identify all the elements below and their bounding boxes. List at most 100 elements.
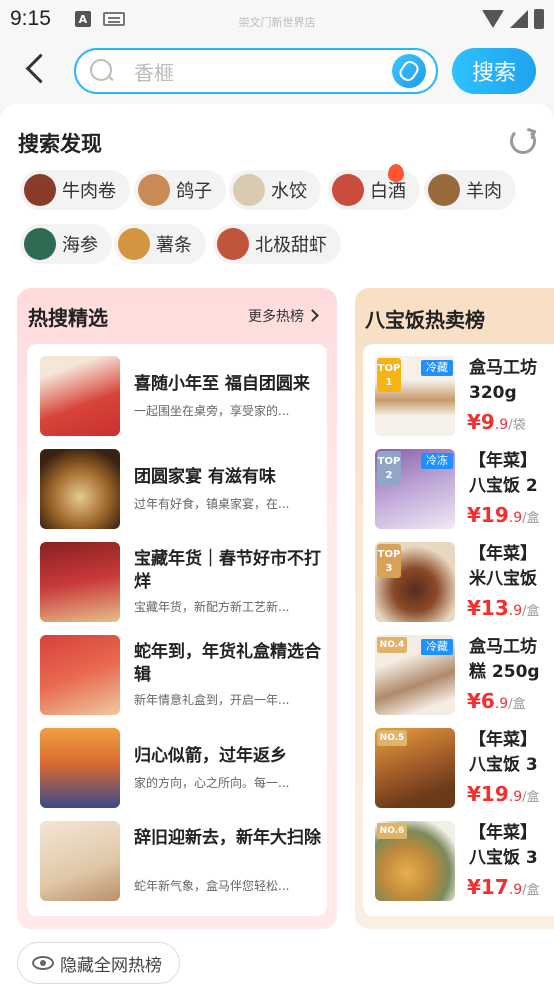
rank-name-line2: 八宝饭 2 (469, 476, 538, 496)
price-unit: /盒 (508, 697, 526, 712)
hide-hot-list-button[interactable]: 隐藏全网热榜 (17, 942, 180, 984)
search-button[interactable]: 搜索 (452, 48, 536, 94)
cold-tag: 冷藏 (421, 360, 453, 376)
price-dec: .9 (508, 882, 523, 898)
rank-thumb: NO.5 (375, 728, 455, 808)
price-dec: .9 (508, 510, 523, 526)
hot-name: 团圆家宴 有滋有味 (134, 467, 276, 487)
rank-name: 【年菜】 八宝饭 3 (469, 821, 549, 871)
rank-price: ¥6.9/盒 (467, 689, 526, 713)
hide-label: 隐藏全网热榜 (60, 955, 162, 976)
search-placeholder: 香榧 (134, 60, 174, 85)
eye-icon (32, 956, 54, 970)
price-int: ¥6 (467, 689, 495, 713)
search-icon (90, 59, 114, 83)
hot-item[interactable]: 归心似箭，过年返乡 家的方向，心之所向。每一... (40, 728, 320, 808)
rank-price: ¥19.9/盒 (467, 782, 540, 806)
rank-name-line2: 八宝饭 3 (469, 755, 538, 775)
rank-item[interactable]: TOP 3 【年菜】 米八宝饭 ¥13.9/盒 (375, 542, 554, 622)
chip-item[interactable]: 白酒 (328, 164, 420, 210)
hot-item[interactable]: 团圆家宴 有滋有味 过年有好食，镇桌家宴，在... (40, 449, 320, 529)
hot-search-panel: 热搜精选 更多热榜 喜随小年至 福自团圆来 一起围坐在桌旁，享受家的... 团圆… (17, 288, 337, 929)
scan-icon[interactable] (392, 54, 426, 88)
hot-thumb (40, 542, 120, 622)
hot-thumb (40, 449, 120, 529)
chip-item[interactable]: 羊肉 (424, 170, 516, 210)
hot-desc: 一起围坐在桌旁，享受家的... (134, 404, 290, 418)
rank-badge: NO.4 (377, 637, 407, 653)
hot-thumb (40, 356, 120, 436)
status-bar: 9:15 A 崇文门新世界店 (0, 0, 554, 38)
hot-item[interactable]: 辞旧迎新去，新年大扫除 蛇年新气象，盒马伴您轻松... (40, 821, 321, 901)
chip-label: 水饺 (271, 181, 307, 202)
rank-name-line1: 【年菜】 (469, 730, 537, 750)
rank-name: 【年菜】 米八宝饭 (469, 542, 549, 592)
chip-label: 薯条 (156, 235, 192, 256)
rank-panel: 八宝饭热卖榜 TOP 1 冷藏 盒马工坊 320g ¥9.9/袋 TOP 2 冷… (355, 288, 554, 929)
price-dec: .9 (494, 696, 509, 712)
rank-item[interactable]: TOP 1 冷藏 盒马工坊 320g ¥9.9/袋 (375, 356, 554, 436)
rank-name: 盒马工坊 320g (469, 356, 549, 406)
rank-name-line1: 【年菜】 (469, 451, 537, 471)
hot-item[interactable]: 喜随小年至 福自团圆来 一起围坐在桌旁，享受家的... (40, 356, 320, 436)
hot-desc: 蛇年新气象，盒马伴您轻松... (134, 879, 290, 893)
chip-item[interactable]: 水饺 (229, 170, 321, 210)
rank-list: TOP 1 冷藏 盒马工坊 320g ¥9.9/袋 TOP 2 冷冻 【年菜】 … (363, 344, 554, 916)
hot-item[interactable]: 宝藏年货｜春节好市不打烊 宝藏年货，新配方新工艺新... (40, 542, 321, 622)
hot-name: 喜随小年至 福自团圆来 (134, 374, 310, 394)
chip-item[interactable]: 牛肉卷 (20, 170, 130, 210)
rank-name-line1: 【年菜】 (469, 544, 537, 564)
rank-name: 盒马工坊 糕 250g (469, 635, 549, 685)
rank-badge: TOP 2 (377, 451, 401, 485)
price-int: ¥13 (467, 596, 509, 620)
price-dec: .9 (508, 789, 523, 805)
more-hot-link[interactable]: 更多热榜 (248, 306, 317, 326)
price-int: ¥9 (467, 410, 495, 434)
rank-name-line1: 盒马工坊 (469, 358, 537, 378)
rank-name: 【年菜】 八宝饭 2 (469, 449, 549, 499)
chip-label: 北极甜虾 (255, 235, 327, 256)
rank-badge: TOP 3 (377, 544, 401, 578)
rank-thumb: TOP 3 (375, 542, 455, 622)
battery-icon (534, 9, 544, 29)
chip-item[interactable]: 海参 (20, 224, 112, 264)
hot-desc: 过年有好食，镇桌家宴，在... (134, 497, 290, 511)
chip-thumb (428, 174, 460, 206)
chip-label: 羊肉 (466, 181, 502, 202)
back-button[interactable] (20, 52, 54, 86)
refresh-icon[interactable] (510, 128, 536, 154)
rank-thumb: TOP 1 冷藏 (375, 356, 455, 436)
rank-item[interactable]: NO.5 【年菜】 八宝饭 3 ¥19.9/盒 (375, 728, 554, 808)
rank-item[interactable]: NO.6 【年菜】 八宝饭 3 ¥17.9/盒 (375, 821, 554, 901)
price-int: ¥19 (467, 782, 509, 806)
store-name: 崇文门新世界店 (238, 16, 316, 29)
price-unit: /袋 (508, 418, 526, 433)
rank-name-line1: 盒马工坊 (469, 637, 537, 657)
hot-flame-icon (388, 164, 404, 182)
frozen-tag: 冷冻 (421, 453, 453, 469)
hot-list: 喜随小年至 福自团圆来 一起围坐在桌旁，享受家的... 团圆家宴 有滋有味 过年… (27, 344, 327, 916)
chip-thumb (118, 228, 150, 260)
chip-item[interactable]: 薯条 (114, 224, 206, 264)
hot-item[interactable]: 蛇年到，年货礼盒精选合辑 新年情意礼盒到，开启一年... (40, 635, 321, 715)
rank-name: 【年菜】 八宝饭 3 (469, 728, 549, 778)
rank-item[interactable]: TOP 2 冷冻 【年菜】 八宝饭 2 ¥19.9/盒 (375, 449, 554, 529)
hot-desc: 宝藏年货，新配方新工艺新... (134, 600, 290, 614)
hot-thumb (40, 635, 120, 715)
rank-badge: NO.5 (377, 730, 407, 746)
rank-badge: NO.6 (377, 823, 407, 839)
search-input[interactable]: 香榧 (74, 48, 438, 94)
rank-item[interactable]: NO.4 冷藏 盒马工坊 糕 250g ¥6.9/盒 (375, 635, 554, 715)
rank-badge: TOP 1 (377, 358, 401, 392)
rank-price: ¥17.9/盒 (467, 875, 540, 899)
chip-item[interactable]: 鸽子 (134, 170, 226, 210)
chip-thumb (217, 228, 249, 260)
search-header: 香榧 搜索 (0, 38, 554, 106)
discover-title: 搜索发现 (18, 132, 102, 156)
price-dec: .9 (508, 603, 523, 619)
chip-label: 海参 (62, 235, 98, 256)
hot-title: 热搜精选 (28, 306, 108, 330)
chip-item[interactable]: 北极甜虾 (213, 224, 341, 264)
hot-name: 蛇年到，年货礼盒精选合辑 (134, 642, 321, 685)
cold-tag: 冷藏 (421, 639, 453, 655)
